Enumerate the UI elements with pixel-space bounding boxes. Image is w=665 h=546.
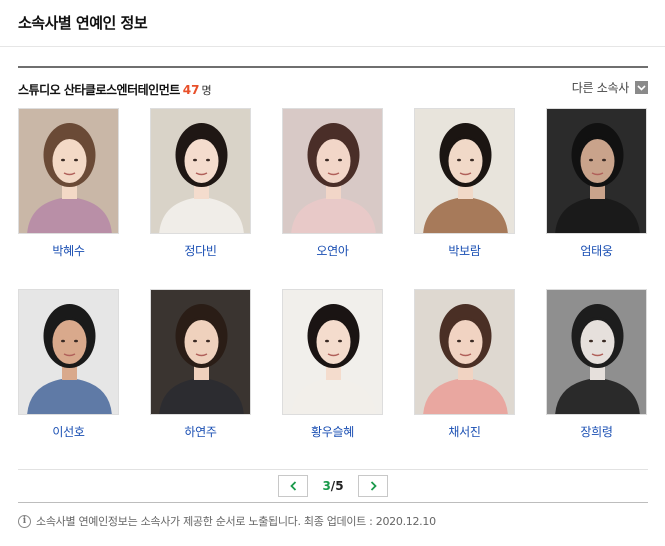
celebrity-card[interactable]: 장희령: [546, 289, 647, 440]
divider: [18, 469, 648, 470]
agency-row: 스튜디오 산타클로스엔터테인먼트 47 명 다른 소속사: [18, 79, 648, 97]
chevron-left-icon: [289, 481, 296, 491]
celebrity-name-link[interactable]: 박보람: [414, 242, 515, 259]
celebrity-photo[interactable]: [282, 289, 383, 415]
celebrity-photo[interactable]: [150, 108, 251, 234]
total-pages: 5: [335, 479, 344, 493]
agency-name: 스튜디오 산타클로스엔터테인먼트: [18, 83, 180, 97]
celebrity-card[interactable]: 채서진: [414, 289, 515, 440]
celebrity-count: 47: [182, 83, 200, 97]
page-indicator: 3/5: [308, 479, 358, 493]
celebrity-photo[interactable]: [546, 289, 647, 415]
prev-page-button[interactable]: [278, 475, 308, 497]
celebrity-name-link[interactable]: 엄태웅: [546, 242, 647, 259]
count-unit: 명: [201, 84, 212, 97]
celebrity-photo[interactable]: [282, 108, 383, 234]
celebrity-name-link[interactable]: 박혜수: [18, 242, 119, 259]
celebrity-card[interactable]: 황우슬혜: [282, 289, 383, 440]
divider: [18, 502, 648, 503]
celebrity-card[interactable]: 엄태웅: [546, 108, 647, 259]
divider: [18, 66, 648, 68]
next-page-button[interactable]: [358, 475, 388, 497]
page-title: 소속사별 연예인 정보: [18, 14, 148, 32]
page-header: 소속사별 연예인 정보: [0, 0, 665, 47]
celebrity-card[interactable]: 정다빈: [150, 108, 251, 259]
celebrity-photo[interactable]: [414, 289, 515, 415]
celebrity-name-link[interactable]: 채서진: [414, 423, 515, 440]
celebrity-card[interactable]: 오연아: [282, 108, 383, 259]
celebrity-name-link[interactable]: 오연아: [282, 242, 383, 259]
celebrity-photo[interactable]: [150, 289, 251, 415]
other-agency-label: 다른 소속사: [571, 81, 630, 95]
celebrity-card[interactable]: 박보람: [414, 108, 515, 259]
celebrity-card[interactable]: 하연주: [150, 289, 251, 440]
other-agency-dropdown[interactable]: 다른 소속사: [572, 79, 648, 96]
celebrity-photo[interactable]: [18, 289, 119, 415]
celebrity-photo[interactable]: [546, 108, 647, 234]
info-icon: i: [18, 514, 31, 528]
celebrity-name-link[interactable]: 장희령: [546, 423, 647, 440]
chevron-right-icon: [370, 481, 377, 491]
chevron-down-icon[interactable]: [635, 81, 648, 94]
celebrity-name-link[interactable]: 정다빈: [150, 242, 251, 259]
celebrity-photo[interactable]: [414, 108, 515, 234]
celebrity-card[interactable]: 이선호: [18, 289, 119, 440]
celebrity-name-link[interactable]: 하연주: [150, 423, 251, 440]
current-page: 3: [322, 479, 331, 493]
pagination: 3/5: [278, 475, 388, 497]
footer-text: 소속사별 연예인정보는 소속사가 제공한 순서로 노출됩니다. 최종 업데이트 …: [36, 515, 436, 528]
celebrity-name-link[interactable]: 황우슬혜: [282, 423, 383, 440]
celebrity-card[interactable]: 박혜수: [18, 108, 119, 259]
celebrity-name-link[interactable]: 이선호: [18, 423, 119, 440]
footer-note: i 소속사별 연예인정보는 소속사가 제공한 순서로 노출됩니다. 최종 업데이…: [18, 513, 436, 529]
celebrity-photo[interactable]: [18, 108, 119, 234]
